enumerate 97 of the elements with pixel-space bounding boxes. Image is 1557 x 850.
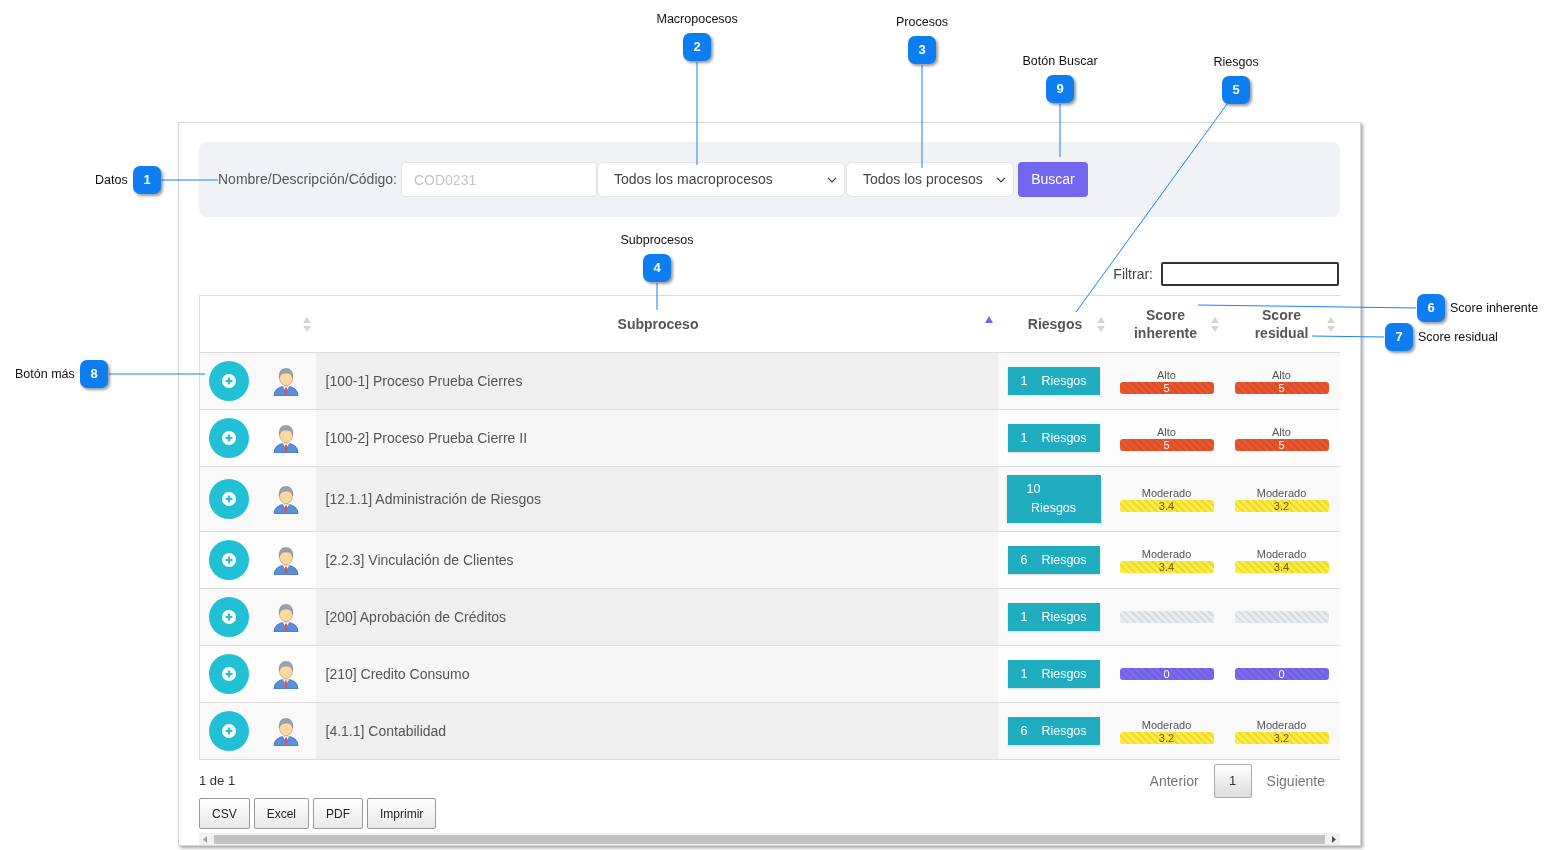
plus-icon: [222, 374, 236, 388]
column-header[interactable]: Score residual: [1236, 306, 1327, 342]
scrollbar-thumb[interactable]: [214, 835, 1325, 844]
score-value: 5: [1278, 438, 1285, 451]
score-value: 3.4: [1273, 560, 1290, 573]
callout-marker: 1: [133, 166, 161, 194]
horizontal-scrollbar[interactable]: [199, 833, 1340, 845]
callout-marker: 9: [1046, 75, 1074, 103]
score-label: Moderado: [1256, 547, 1307, 560]
plus-button[interactable]: [209, 711, 249, 751]
export-button[interactable]: Excel: [253, 798, 310, 829]
callout-label: Botón más: [15, 366, 75, 382]
macroprocess-select[interactable]: Todos los macroprocesos: [596, 162, 845, 197]
score-label: Moderado: [1141, 718, 1192, 731]
plus-button[interactable]: [209, 597, 249, 637]
callout-label: Macropocesos: [656, 12, 738, 27]
callout-label: Riesgos: [1213, 55, 1259, 70]
callout-label: Score inherente: [1450, 300, 1539, 316]
score-label: Alto: [1157, 368, 1176, 381]
plus-button[interactable]: [209, 654, 249, 694]
subprocess-name: [4.1.1] Contabilidad: [315, 702, 998, 760]
person-icon: [272, 484, 299, 514]
plus-button[interactable]: [209, 479, 249, 519]
sort-icon[interactable]: [1326, 316, 1335, 332]
leader-line: [162, 179, 218, 181]
sort-icon[interactable]: [1096, 316, 1105, 332]
score-value: 0: [1278, 668, 1285, 680]
callout-label: Procesos: [896, 15, 949, 30]
score-value: 0: [1163, 668, 1170, 680]
score-value: 5: [1163, 381, 1170, 394]
subprocess-name: [200] Aprobación de Créditos: [315, 588, 998, 646]
scroll-left-icon[interactable]: [203, 836, 207, 843]
callout-marker: 3: [908, 36, 936, 64]
sort-icon[interactable]: [1210, 316, 1219, 332]
callout-label: Score residual: [1418, 329, 1498, 345]
subprocess-name: [2.2.3] Vinculación de Clientes: [315, 531, 998, 589]
callout-label: Datos: [95, 172, 128, 188]
plus-button[interactable]: [209, 361, 249, 401]
plus-icon: [222, 610, 236, 624]
score-label: Moderado: [1141, 486, 1192, 499]
score-label: Moderado: [1256, 486, 1307, 499]
sort-ascending-icon[interactable]: [984, 316, 993, 323]
score-value: 3.2: [1158, 731, 1175, 744]
search-label: Nombre/Descripción/Código:: [218, 170, 397, 189]
plus-icon: [222, 667, 236, 681]
scroll-right-icon[interactable]: [1332, 836, 1336, 843]
callout-marker: 4: [643, 254, 671, 282]
search-button[interactable]: Buscar: [1017, 162, 1088, 197]
filter-field[interactable]: [1161, 262, 1339, 286]
export-button[interactable]: CSV: [199, 798, 250, 829]
process-select[interactable]: Todos los procesos: [845, 162, 1014, 197]
plus-icon: [222, 553, 236, 567]
person-icon: [272, 366, 299, 396]
person-icon: [272, 602, 299, 632]
callout-label: Botón Buscar: [1022, 54, 1098, 69]
plus-icon: [222, 724, 236, 738]
callout-marker: 7: [1385, 323, 1413, 351]
callout-marker: 8: [80, 360, 108, 388]
column-header[interactable]: Riesgos: [1027, 315, 1083, 333]
score-label: Alto: [1157, 425, 1176, 438]
plus-icon: [222, 492, 236, 506]
score-value: 5: [1278, 381, 1285, 394]
sort-icon[interactable]: [302, 316, 311, 332]
score-label: Alto: [1272, 425, 1291, 438]
plus-button[interactable]: [209, 418, 249, 458]
subprocess-name: [100-1] Proceso Prueba Cierres: [315, 352, 998, 410]
page-info: 1 de 1: [199, 772, 236, 790]
score-label: Alto: [1272, 368, 1291, 381]
leader-line: [1059, 104, 1061, 157]
callout-marker: 5: [1222, 76, 1250, 104]
score-value: 3.4: [1158, 560, 1175, 573]
plus-button[interactable]: [209, 540, 249, 580]
subprocess-name: [210] Credito Consumo: [315, 645, 998, 703]
person-icon: [272, 545, 299, 575]
callout-marker: 2: [683, 33, 711, 61]
person-icon: [272, 659, 299, 689]
callout-label: Subprocesos: [620, 233, 694, 248]
export-button[interactable]: PDF: [313, 798, 364, 829]
search-field[interactable]: COD0231: [400, 162, 597, 197]
leader-line: [656, 283, 658, 310]
person-icon: [272, 423, 299, 453]
column-header[interactable]: Subproceso: [617, 315, 699, 333]
score-value: 5: [1163, 438, 1170, 451]
page-button[interactable]: 1: [1213, 764, 1252, 798]
score-value: 3.2: [1273, 731, 1290, 744]
column-header[interactable]: Score inherente: [1120, 306, 1211, 342]
export-button[interactable]: Imprimir: [367, 798, 437, 829]
subprocess-name: [12.1.1] Administración de Riesgos: [315, 466, 998, 532]
filter-label: Filtrar:: [1113, 264, 1153, 284]
person-icon: [272, 716, 299, 746]
callout-marker: 6: [1417, 294, 1445, 322]
plus-icon: [222, 431, 236, 445]
score-value: 3.2: [1273, 499, 1290, 512]
score-value: 3.4: [1158, 499, 1175, 512]
subprocess-name: [100-2] Proceso Prueba Cierre II: [315, 409, 998, 467]
score-label: Moderado: [1141, 547, 1192, 560]
score-label: Moderado: [1256, 718, 1307, 731]
